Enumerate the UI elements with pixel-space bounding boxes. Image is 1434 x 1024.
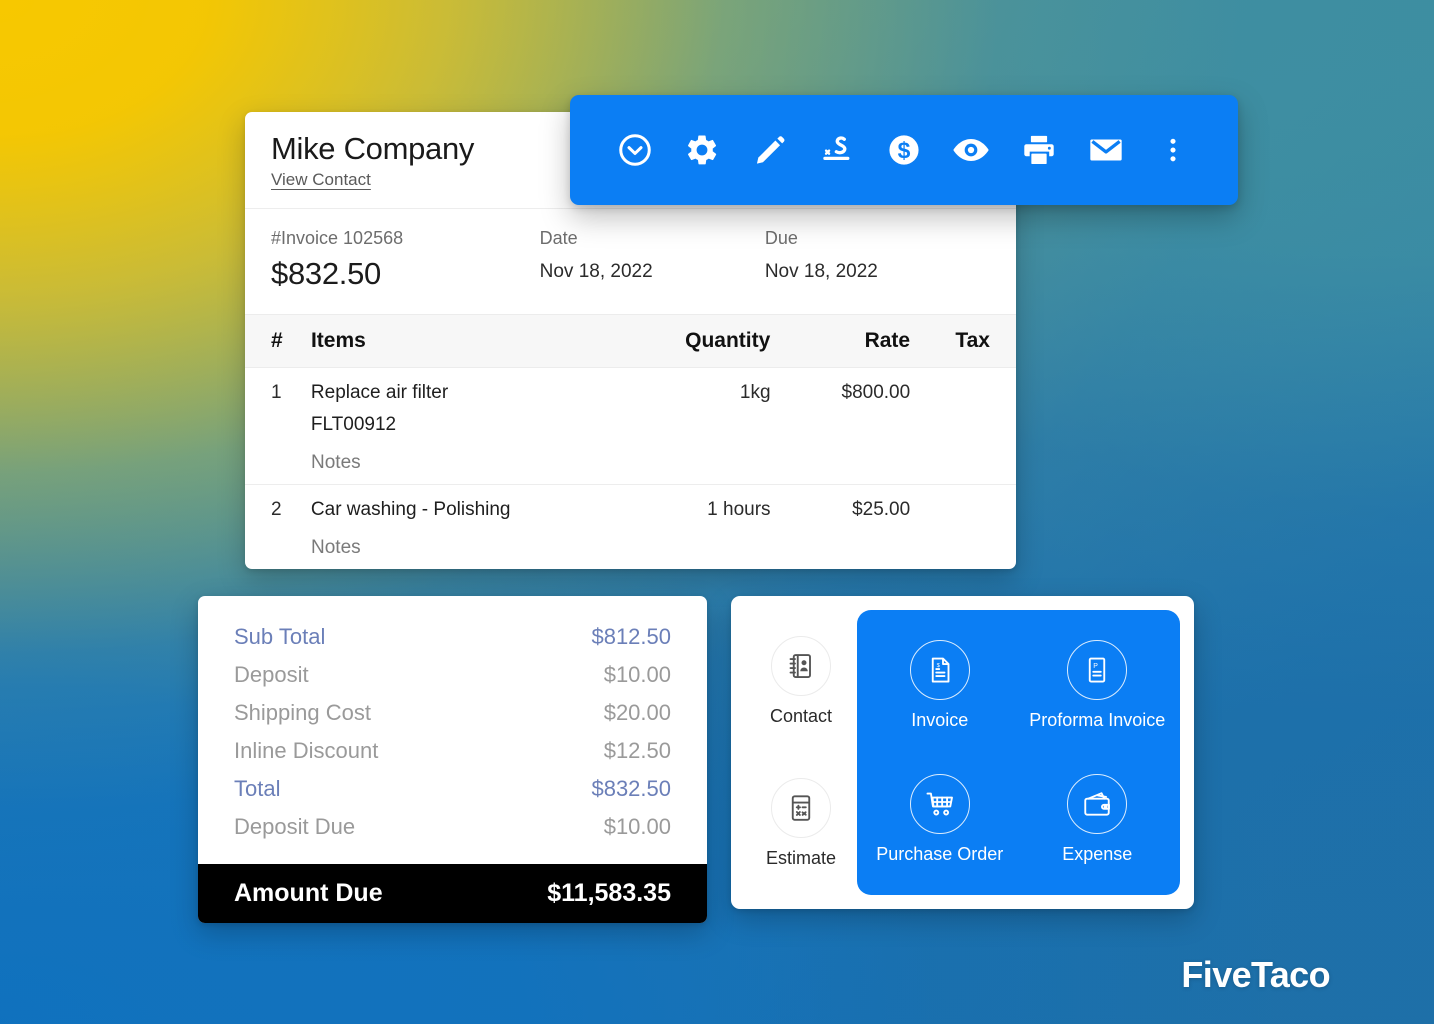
table-row-main: 2 Car washing - Polishing 1 hours $25.00: [271, 499, 990, 521]
invoice-meta-row: #Invoice 102568 $832.50 Date Nov 18, 202…: [245, 209, 1016, 315]
due-label: Due: [764, 227, 798, 248]
table-row[interactable]: 2 Car washing - Polishing 1 hours $25.00…: [245, 485, 1016, 569]
row-quantity: 1 hours: [707, 498, 771, 520]
column-header-quantity: Quantity: [685, 328, 771, 352]
amount-due-bar: Amount Due $11,583.35: [198, 864, 707, 923]
invoice-document-icon: $: [909, 639, 970, 700]
fivetaco-watermark: FiveTaco: [1181, 954, 1330, 995]
row-item-name: Replace air filter: [310, 381, 449, 403]
row-item-sku: FLT00912: [310, 413, 397, 435]
row-rate: $800.00: [841, 381, 911, 403]
total-value: $10.00: [603, 662, 671, 687]
svg-text:P: P: [1094, 663, 1099, 670]
address-book-icon: [770, 635, 831, 696]
row-item-name: Car washing - Polishing: [310, 498, 511, 520]
column-header-number: #: [271, 328, 283, 352]
document-type-actions-card: Contact Estimate $ Invoice P Proforma In…: [731, 596, 1194, 909]
total-label: Deposit: [234, 662, 309, 687]
signature-icon[interactable]: [812, 125, 862, 175]
total-row-shipping-cost: Shipping Cost $20.00: [234, 694, 671, 732]
total-label: Inline Discount: [234, 738, 379, 763]
status-chevron-circle-icon[interactable]: [610, 125, 660, 175]
view-contact-link[interactable]: View Contact: [271, 170, 371, 190]
invoice-due-block: Due Nov 18, 2022: [765, 225, 990, 292]
total-label: Total: [234, 776, 281, 801]
total-row-sub-total: Sub Total $812.50: [234, 618, 671, 656]
total-label: Sub Total: [234, 624, 326, 649]
total-value: $12.50: [603, 738, 671, 763]
totals-summary-card: Sub Total $812.50 Deposit $10.00 Shippin…: [198, 596, 707, 923]
total-label: Deposit Due: [234, 814, 356, 839]
action-tile-proforma-invoice[interactable]: P Proforma Invoice: [1029, 639, 1166, 731]
action-tile-label: Estimate: [765, 848, 837, 869]
print-icon[interactable]: [1014, 125, 1064, 175]
total-value: $20.00: [603, 700, 671, 725]
total-value: $10.00: [603, 814, 671, 839]
row-quantity: 1kg: [739, 381, 771, 403]
column-header-rate: Rate: [864, 328, 911, 352]
total-row-total: Total $832.50: [234, 770, 671, 808]
items-table-header: # Items Quantity Rate Tax: [245, 314, 1016, 368]
action-tile-label: Purchase Order: [876, 844, 1004, 865]
row-item-cell: Car washing - Polishing: [311, 499, 611, 521]
invoice-date-block: Date Nov 18, 2022: [540, 225, 765, 292]
row-number: 1: [271, 381, 282, 403]
action-tile-contact[interactable]: Contact: [769, 635, 833, 727]
total-row-deposit: Deposit $10.00: [234, 656, 671, 694]
action-tile-purchase-order[interactable]: Purchase Order: [876, 774, 1003, 865]
totals-rows: Sub Total $812.50 Deposit $10.00 Shippin…: [198, 596, 707, 864]
total-value: $832.50: [591, 776, 671, 801]
gear-icon[interactable]: [677, 125, 727, 175]
svg-text:$: $: [898, 138, 911, 164]
action-tile-invoice[interactable]: $ Invoice: [909, 639, 970, 731]
amount-due-label: Amount Due: [234, 879, 383, 907]
table-row[interactable]: 1 Replace air filter FLT00912 1kg $800.0…: [245, 368, 1016, 485]
email-icon[interactable]: [1081, 125, 1131, 175]
invoice-number-block: #Invoice 102568 $832.50: [271, 225, 540, 292]
amount-due-value: $11,583.35: [547, 879, 671, 907]
total-value: $812.50: [591, 624, 671, 649]
pencil-icon[interactable]: [745, 125, 795, 175]
action-tile-label: Invoice: [911, 709, 969, 730]
action-tile-estimate[interactable]: Estimate: [766, 778, 836, 869]
dollar-circle-icon[interactable]: $: [879, 125, 929, 175]
calculator-icon: [771, 778, 831, 839]
row-number: 2: [271, 498, 282, 520]
column-header-items: Items: [310, 328, 366, 352]
proforma-document-icon: P: [1067, 639, 1128, 700]
eye-icon[interactable]: [946, 125, 996, 175]
invoice-action-toolbar: $: [570, 95, 1238, 205]
date-value: Nov 18, 2022: [539, 260, 653, 282]
svg-text:$: $: [936, 663, 940, 669]
total-row-deposit-due: Deposit Due $10.00: [234, 808, 671, 846]
row-item-cell: Replace air filter FLT00912: [311, 382, 611, 436]
shopping-cart-icon: [909, 774, 970, 835]
action-tile-label: Contact: [769, 705, 833, 726]
total-label: Shipping Cost: [234, 700, 371, 725]
action-tile-label: Expense: [1062, 844, 1133, 865]
due-value: Nov 18, 2022: [764, 260, 878, 282]
table-row-main: 1 Replace air filter FLT00912 1kg $800.0…: [271, 382, 990, 436]
row-notes[interactable]: Notes: [311, 452, 990, 474]
screenshot-stage: Mike Company View Contact #Invoice 10256…: [0, 0, 1434, 1024]
invoice-amount: $832.50: [271, 255, 381, 291]
actions-highlight-panel: $ Invoice P Proforma Invoice Purchase Or…: [857, 610, 1180, 895]
invoice-number-label: #Invoice 102568: [271, 227, 404, 248]
more-vertical-icon[interactable]: [1148, 125, 1198, 175]
date-label: Date: [539, 227, 578, 248]
column-header-tax: Tax: [955, 328, 990, 352]
total-row-inline-discount: Inline Discount $12.50: [234, 732, 671, 770]
wallet-icon: [1067, 774, 1128, 835]
row-rate: $25.00: [852, 498, 911, 520]
action-tile-label: Proforma Invoice: [1029, 709, 1166, 730]
action-tile-expense[interactable]: Expense: [1062, 774, 1132, 865]
row-notes[interactable]: Notes: [311, 537, 990, 559]
actions-left-column: Contact Estimate: [745, 610, 857, 895]
